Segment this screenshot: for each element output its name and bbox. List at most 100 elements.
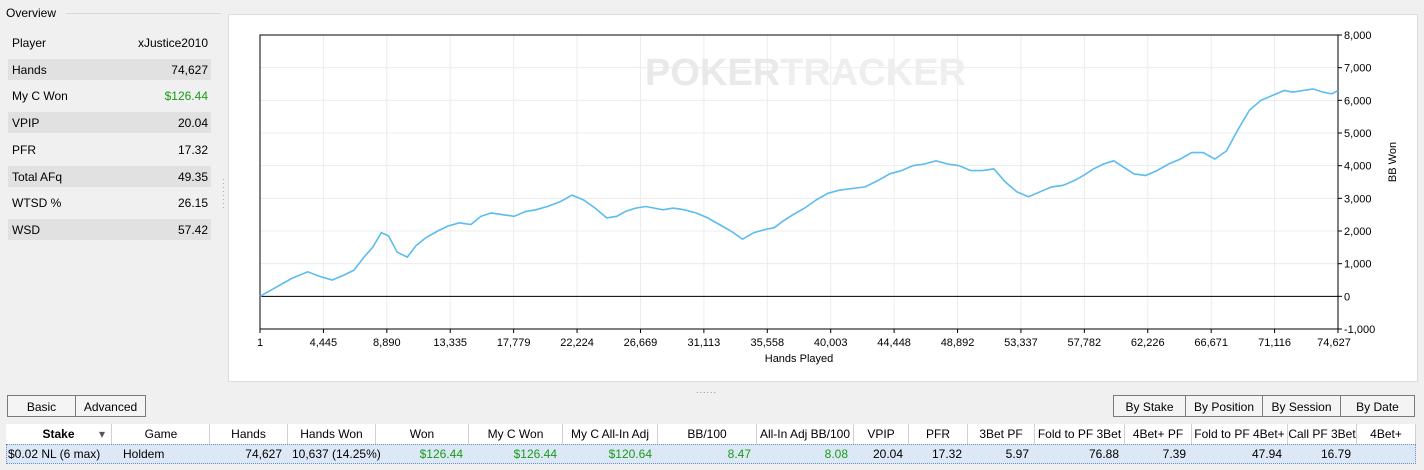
pokertracker-watermark: POKERTRACKER [645, 52, 966, 94]
column-header-label: Game [144, 427, 178, 441]
table-cell-threebet-pf: 5.97 [1005, 447, 1029, 461]
x-axis-ticks: 1 4,445 8,890 13,335 17,779 22,224 26,669 31,11… [257, 329, 1351, 349]
y-tick-label: 4,000 [1344, 161, 1372, 173]
stat-value: xJustice2010 [137, 36, 208, 50]
column-header-label: All-In Adj BB/100 [759, 427, 851, 441]
vertical-splitter-handle[interactable]: · · · · · · · · [222, 176, 225, 212]
x-tick-label: 53,337 [1004, 337, 1038, 349]
stat-label: PFR [12, 142, 36, 157]
x-tick-label: 4,445 [310, 337, 338, 349]
column-header-label: Hands [231, 427, 266, 441]
stat-row: Hands 74,627 [8, 58, 211, 80]
table-cell-allin-adj-bb100: 8.08 [824, 447, 848, 461]
stat-label: WSD [12, 222, 40, 237]
overview-title: Overview [6, 6, 57, 20]
x-axis-label: Hands Played [765, 353, 834, 365]
column-header[interactable]: 3Bet PF [968, 424, 1035, 444]
by-stake-button[interactable]: By Stake [1113, 395, 1186, 417]
column-header[interactable]: Fold to PF 4Bet+ [1192, 424, 1288, 444]
x-tick-label: 44,448 [877, 337, 911, 349]
y-tick-label: 0 [1344, 291, 1350, 303]
table-cell-fourbet-plus [1357, 444, 1410, 464]
stat-value: 49.35 [177, 169, 208, 184]
advanced-view-button[interactable]: Advanced [75, 395, 146, 417]
table-cell-vpip: 20.04 [872, 447, 903, 461]
table-cell-hands-won: 10,637 (14.25%) [292, 447, 381, 461]
by-date-button[interactable]: By Date [1340, 395, 1415, 417]
stat-row: WSD 57.42 [8, 218, 211, 240]
column-header-label: 4Bet+ PF [1132, 427, 1184, 441]
overview-panel: Overview Player xJustice2010 Hands 74,627 My… [0, 0, 221, 381]
overview-divider [66, 13, 221, 14]
column-header[interactable]: Call PF 3Bet [1288, 424, 1357, 444]
table-cell-fold-to-pf-4bet: 47.94 [1251, 447, 1282, 461]
horizontal-splitter-handle[interactable]: ...... [696, 385, 717, 395]
y-tick-label: -1,000 [1344, 324, 1375, 336]
stat-row: WTSD % 26.15 [8, 192, 211, 213]
table-cell-game: Holdem [123, 447, 165, 461]
stat-row: PFR 17.32 [8, 139, 211, 160]
column-header[interactable]: 4Bet+ PF [1125, 424, 1192, 444]
column-header[interactable]: Hands [210, 424, 288, 444]
table-cell-hands: 74,627 [245, 447, 282, 461]
y-tick-label: 1,000 [1344, 259, 1372, 271]
column-header[interactable]: 4Bet+ [1357, 424, 1416, 444]
stat-label: Total AFq [12, 169, 63, 184]
column-header[interactable]: Game [113, 424, 210, 444]
table-cell-call-pf-3bet: 16.79 [1320, 447, 1351, 461]
column-header[interactable]: Hands Won [288, 424, 376, 444]
column-header[interactable]: PFR [909, 424, 968, 444]
table-cell-fold-to-pf-3bet: 76.88 [1088, 447, 1119, 461]
x-tick-label: 48,892 [941, 337, 975, 349]
y-axis-label: BB Won [1387, 142, 1399, 182]
table-cell-won: $126.44 [419, 447, 463, 461]
by-position-button[interactable]: By Position [1185, 395, 1263, 417]
column-header[interactable]: Stake ▾ [6, 424, 112, 444]
stat-row: Player xJustice2010 [8, 32, 211, 53]
column-header-label: BB/100 [687, 427, 727, 441]
table-cell-fourbet-pf: 7.39 [1162, 447, 1186, 461]
by-session-button[interactable]: By Session [1262, 395, 1341, 417]
x-tick-label: 35,558 [750, 337, 784, 349]
column-header-label: My C All-In Adj [570, 427, 650, 441]
stat-label: Hands [12, 62, 47, 77]
basic-view-button[interactable]: Basic [7, 395, 76, 417]
sort-dropdown-icon[interactable]: ▾ [99, 424, 105, 444]
column-header-label: Hands Won [300, 427, 363, 441]
stats-table: Stake ▾ Game Hands Hands Won Won My C Won My C … [6, 424, 1416, 464]
column-header-label: Call PF 3Bet [1288, 427, 1356, 441]
column-header-label: Fold to PF 4Bet+ [1194, 427, 1285, 441]
x-tick-label: 26,669 [624, 337, 658, 349]
column-header-label: My C Won [487, 427, 544, 441]
column-header[interactable]: Won [376, 424, 469, 444]
y-tick-label: 3,000 [1344, 193, 1372, 205]
y-tick-label: 7,000 [1344, 63, 1372, 75]
column-header-label: VPIP [867, 427, 895, 441]
stat-value: 57.42 [177, 222, 208, 237]
column-header[interactable]: Fold to PF 3Bet [1035, 424, 1125, 444]
x-tick-label: 31,113 [687, 337, 720, 349]
series-line [259, 88, 1339, 297]
x-tick-label: 13,335 [433, 337, 467, 349]
y-tick-label: 5,000 [1344, 128, 1372, 140]
column-header-label: Fold to PF 3Bet [1037, 427, 1122, 441]
x-tick-label: 74,627 [1317, 337, 1351, 349]
column-header[interactable]: My C Won [469, 424, 563, 444]
x-tick-label: 62,226 [1131, 337, 1165, 349]
column-header-label: PFR [926, 427, 950, 441]
stat-row: My C Won $126.44 [8, 85, 211, 106]
column-header[interactable]: All-In Adj BB/100 [757, 424, 854, 444]
x-tick-label: 57,782 [1068, 337, 1102, 349]
column-header[interactable]: My C All-In Adj [563, 424, 658, 444]
table-cell-bb100: 8.47 [727, 447, 751, 461]
x-tick-label: 22,224 [560, 337, 594, 349]
y-tick-label: 2,000 [1344, 226, 1372, 238]
column-header[interactable]: BB/100 [658, 424, 757, 444]
stat-label: VPIP [12, 116, 40, 131]
x-tick-label: 40,003 [814, 337, 848, 349]
column-header[interactable]: VPIP [854, 424, 909, 444]
x-tick-label: 8,890 [373, 337, 401, 349]
stat-row: Total AFq 49.35 [8, 165, 211, 187]
column-header-label: Won [409, 427, 435, 441]
x-tick-label: 17,779 [497, 337, 531, 349]
